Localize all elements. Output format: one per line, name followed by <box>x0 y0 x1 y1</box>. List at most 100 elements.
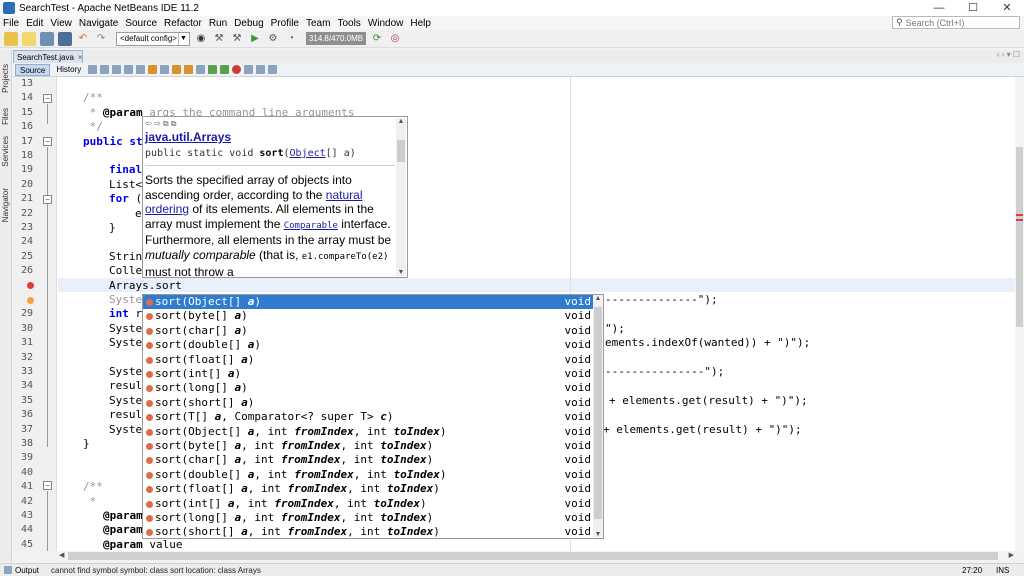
tab-source[interactable]: Source <box>15 63 51 76</box>
editor-horizontal-scrollbar[interactable]: ◀ ▶ <box>58 551 1015 561</box>
toggle-highlight-icon[interactable] <box>148 65 158 74</box>
minimize-button[interactable]: — <box>922 0 956 16</box>
shift-left-icon[interactable] <box>208 65 218 74</box>
side-tab-navigator[interactable]: Navigator <box>1 188 11 222</box>
completion-item[interactable]: sort(float[] a) void <box>143 353 594 367</box>
menu-debug[interactable]: Debug <box>231 18 266 29</box>
completion-item[interactable]: sort(double[] a, int fromIndex, int toIn… <box>143 468 594 482</box>
error-icon[interactable] <box>27 282 34 289</box>
globe-icon[interactable]: ◉ <box>194 32 208 46</box>
toggle-bookmark-icon[interactable] <box>196 65 206 74</box>
completion-item[interactable]: sort(float[] a, int fromIndex, int toInd… <box>143 482 594 496</box>
find-next-icon[interactable] <box>136 65 146 74</box>
fold-toggle-icon[interactable]: − <box>43 481 52 490</box>
toggle-selection-icon[interactable] <box>160 65 170 74</box>
completion-item[interactable]: sort(short[] a) void <box>143 396 594 410</box>
clean-build-icon[interactable]: ⚒ <box>230 32 244 46</box>
comment-icon[interactable] <box>256 65 266 74</box>
javadoc-scrollbar[interactable]: ▲ ▼ <box>396 118 406 276</box>
menu-team[interactable]: Team <box>303 18 333 29</box>
open-project-icon[interactable] <box>40 31 54 46</box>
new-project-icon[interactable] <box>4 31 18 46</box>
completion-scrollbar[interactable]: ▲ ▼ <box>593 295 603 538</box>
editor-vertical-scrollbar[interactable] <box>1015 77 1024 551</box>
output-window-button[interactable]: Output <box>4 566 39 575</box>
scroll-left-icon[interactable]: ◀ <box>59 551 64 559</box>
completion-item[interactable]: sort(T[] a, Comparator<? super T> c) void <box>143 410 594 424</box>
menu-edit[interactable]: Edit <box>23 18 46 29</box>
uncomment-icon[interactable] <box>268 65 278 74</box>
menu-run[interactable]: Run <box>206 18 230 29</box>
menu-tools[interactable]: Tools <box>334 18 363 29</box>
scroll-thumb[interactable] <box>594 307 602 519</box>
next-bookmark-icon[interactable] <box>184 65 194 74</box>
javadoc-nav-icons[interactable]: ⇦ ⇨ ⧉ ⧉ <box>145 119 177 129</box>
profiler-snapshot-icon[interactable]: ◎ <box>388 32 402 46</box>
gc-icon[interactable]: ⟳ <box>370 32 384 46</box>
run-icon[interactable]: ▶ <box>248 32 262 46</box>
last-edit-icon[interactable] <box>88 65 98 74</box>
javadoc-popup[interactable]: ⇦ ⇨ ⧉ ⧉ java.util.Arrays public static v… <box>142 116 408 279</box>
completion-item[interactable]: sort(byte[] a, int fromIndex, int toInde… <box>143 439 594 453</box>
completion-item[interactable]: sort(short[] a, int fromIndex, int toInd… <box>143 525 594 538</box>
scroll-down-icon[interactable]: ▼ <box>396 269 406 276</box>
error-stripe-marker[interactable] <box>1016 219 1023 221</box>
save-all-icon[interactable] <box>58 31 72 46</box>
scroll-thumb[interactable] <box>68 552 998 560</box>
completion-item[interactable]: sort(int[] a, int fromIndex, int toIndex… <box>143 497 594 511</box>
menu-view[interactable]: View <box>47 18 75 29</box>
tab-searchtest-java[interactable]: SearchTest.java × <box>13 50 83 63</box>
previous-bookmark-icon[interactable] <box>172 65 182 74</box>
build-hammer-icon[interactable]: ⚒ <box>212 32 226 46</box>
menu-source[interactable]: Source <box>122 18 160 29</box>
undo-icon[interactable]: ↶ <box>76 32 90 46</box>
new-file-icon[interactable] <box>22 31 36 46</box>
fold-toggle-icon[interactable]: − <box>43 94 52 103</box>
scroll-thumb[interactable] <box>397 140 405 162</box>
back-icon[interactable] <box>100 65 110 74</box>
close-window-button[interactable]: ✕ <box>990 0 1024 16</box>
side-tab-services[interactable]: Services <box>1 136 11 167</box>
menu-help[interactable]: Help <box>407 18 434 29</box>
menu-window[interactable]: Window <box>365 18 407 29</box>
completion-item[interactable]: sort(int[] a) void <box>143 367 594 381</box>
find-previous-icon[interactable] <box>124 65 134 74</box>
scroll-down-icon[interactable]: ▼ <box>593 531 603 538</box>
warning-icon[interactable] <box>27 297 34 304</box>
menu-navigate[interactable]: Navigate <box>76 18 121 29</box>
scroll-up-icon[interactable]: ▲ <box>593 295 603 302</box>
completion-item[interactable]: sort(byte[] a) void <box>143 309 594 323</box>
redo-icon[interactable]: ↷ <box>94 32 108 46</box>
code-completion-list[interactable]: sort(Object[] a) void sort(byte[] a) void so… <box>142 294 604 539</box>
completion-item[interactable]: sort(char[] a, int fromIndex, int toInde… <box>143 453 594 467</box>
completion-item[interactable]: sort(Object[] a) void <box>143 295 594 310</box>
scroll-thumb[interactable] <box>1016 147 1023 327</box>
menu-profile[interactable]: Profile <box>268 18 302 29</box>
debug-icon[interactable]: ⚙ <box>266 32 280 46</box>
configuration-select[interactable]: <default config> ▼ <box>116 31 190 46</box>
quick-search-input[interactable]: ⚲ Search (Ctrl+I) <box>892 16 1020 29</box>
javadoc-class-link[interactable]: java.util.Arrays <box>145 130 231 144</box>
profile-icon[interactable]: ◔ <box>284 32 298 46</box>
menu-file[interactable]: File <box>0 18 22 29</box>
side-tab-projects[interactable]: Projects <box>1 64 11 93</box>
menu-refactor[interactable]: Refactor <box>161 18 205 29</box>
completion-item[interactable]: sort(Object[] a, int fromIndex, int toIn… <box>143 425 594 439</box>
completion-item[interactable]: sort(char[] a) void <box>143 324 594 338</box>
close-tab-icon[interactable]: × <box>78 53 83 62</box>
tab-history[interactable]: History <box>52 64 85 76</box>
completion-item[interactable]: sort(long[] a, int fromIndex, int toInde… <box>143 511 594 525</box>
fold-toggle-icon[interactable]: − <box>43 137 52 146</box>
tab-scroll-arrows-icon[interactable]: ‹ › ▾ ☐ <box>997 50 1020 59</box>
scroll-right-icon[interactable]: ▶ <box>1009 551 1014 559</box>
stop-macro-icon[interactable] <box>244 65 254 74</box>
side-tab-files[interactable]: Files <box>1 108 11 125</box>
memory-indicator[interactable]: 314.8/470.0MB <box>306 32 366 45</box>
scroll-up-icon[interactable]: ▲ <box>396 118 406 125</box>
completion-item[interactable]: sort(long[] a) void <box>143 381 594 395</box>
completion-item[interactable]: sort(double[] a) void <box>143 338 594 352</box>
maximize-button[interactable]: ☐ <box>956 0 990 16</box>
forward-icon[interactable] <box>112 65 122 74</box>
shift-right-icon[interactable] <box>220 65 230 74</box>
fold-toggle-icon[interactable]: − <box>43 195 52 204</box>
